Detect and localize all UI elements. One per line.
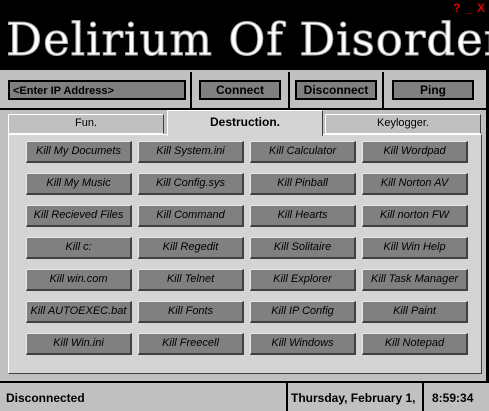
kill-button[interactable]: Kill System.ini <box>138 141 244 163</box>
close-icon[interactable]: X <box>477 1 485 15</box>
kill-button[interactable]: Kill Wordpad <box>362 141 468 163</box>
tab-keylogger[interactable]: Keylogger. <box>325 114 481 134</box>
connection-status: Disconnected <box>6 391 85 405</box>
status-date: Thursday, February 1, <box>291 391 416 405</box>
app-logo-title: Delirium Of Disorder <box>5 13 489 67</box>
destruction-tab-panel: Kill My Documets Kill System.ini Kill Calc… <box>8 134 482 374</box>
tab-fun[interactable]: Fun. <box>8 114 164 134</box>
kill-button[interactable]: Kill IP Config <box>250 301 356 323</box>
kill-button[interactable]: Kill Calculator <box>250 141 356 163</box>
kill-button[interactable]: Kill Task Manager <box>362 269 468 291</box>
toolbar-divider <box>190 72 192 108</box>
status-divider <box>286 383 288 411</box>
kill-button[interactable]: Kill Norton AV <box>362 173 468 195</box>
kill-button[interactable]: Kill Paint <box>362 301 468 323</box>
toolbar-divider <box>382 72 384 108</box>
kill-button[interactable]: Kill Hearts <box>250 205 356 227</box>
kill-button[interactable]: Kill c: <box>26 237 132 259</box>
help-icon[interactable]: ? <box>453 1 460 15</box>
window-controls: ? _ X <box>453 1 485 15</box>
kill-button[interactable]: Kill Config.sys <box>138 173 244 195</box>
status-divider <box>422 383 424 411</box>
kill-button[interactable]: Kill My Documets <box>26 141 132 163</box>
kill-button[interactable]: Kill Solitaire <box>250 237 356 259</box>
minimize-icon[interactable]: _ <box>465 1 472 15</box>
toolbar-divider <box>288 72 290 108</box>
title-bar: Delirium Of Disorder ? _ X <box>0 0 489 70</box>
main-panel: <Enter IP Address> Connect Disconnect Pi… <box>0 70 486 381</box>
kill-button[interactable]: Kill Win Help <box>362 237 468 259</box>
kill-button[interactable]: Kill win.com <box>26 269 132 291</box>
kill-button[interactable]: Kill Fonts <box>138 301 244 323</box>
kill-button-grid: Kill My Documets Kill System.ini Kill Calc… <box>26 141 468 355</box>
tab-destruction[interactable]: Destruction. <box>167 110 323 136</box>
kill-button[interactable]: Kill Telnet <box>138 269 244 291</box>
kill-button[interactable]: Kill Recieved Files <box>26 205 132 227</box>
kill-button[interactable]: Kill Windows <box>250 333 356 355</box>
kill-button[interactable]: Kill Freecell <box>138 333 244 355</box>
kill-button[interactable]: Kill AUTOEXEC.bat <box>26 301 132 323</box>
kill-button[interactable]: Kill Regedit <box>138 237 244 259</box>
kill-button[interactable]: Kill Pinball <box>250 173 356 195</box>
kill-button[interactable]: Kill Explorer <box>250 269 356 291</box>
ping-button[interactable]: Ping <box>392 80 474 100</box>
connect-button[interactable]: Connect <box>199 80 281 100</box>
status-bar: Disconnected Thursday, February 1, 8:59:… <box>0 381 489 411</box>
kill-button[interactable]: Kill norton FW <box>362 205 468 227</box>
kill-button[interactable]: Kill Command <box>138 205 244 227</box>
kill-button[interactable]: Kill My Music <box>26 173 132 195</box>
kill-button[interactable]: Kill Notepad <box>362 333 468 355</box>
disconnect-button[interactable]: Disconnect <box>295 80 377 100</box>
kill-button[interactable]: Kill Win.ini <box>26 333 132 355</box>
ip-address-input[interactable]: <Enter IP Address> <box>8 80 186 100</box>
tab-strip: Fun. Destruction. Keylogger. <box>8 110 482 136</box>
status-time: 8:59:34 <box>432 391 474 405</box>
